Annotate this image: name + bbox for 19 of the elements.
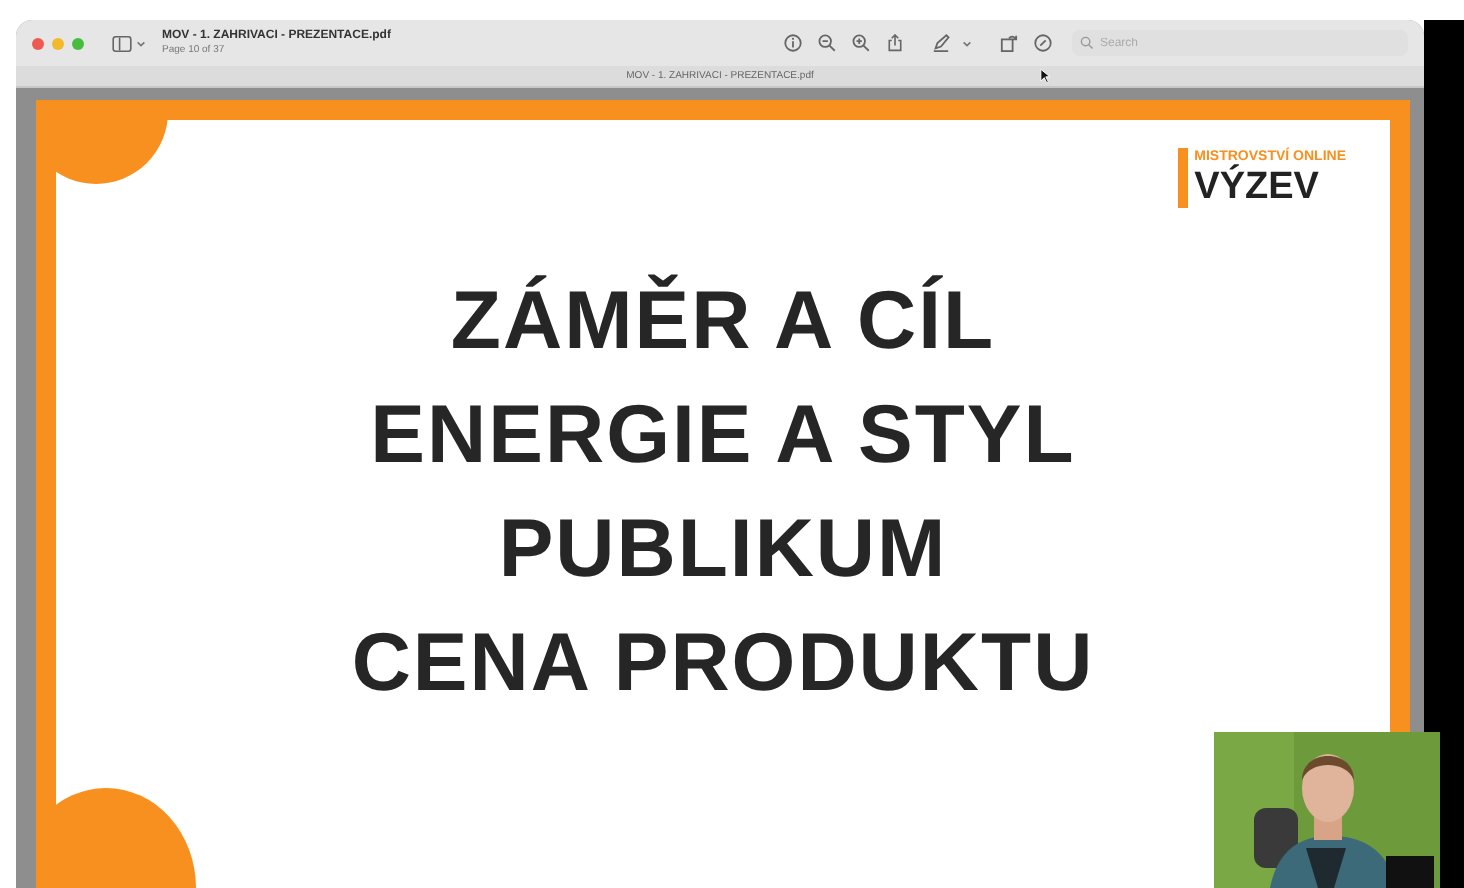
slide-heading: CENA PRODUKTU [351, 614, 1095, 712]
logo-bar [1178, 148, 1189, 208]
logo-title: VÝZEV [1194, 166, 1321, 208]
info-icon[interactable] [784, 34, 802, 52]
slide-heading: ENERGIE A STYL [370, 386, 1076, 484]
slide-heading: PUBLIKUM [498, 500, 948, 598]
markup-icon[interactable] [1034, 34, 1052, 52]
search-icon [1080, 36, 1094, 50]
zoom-out-icon[interactable] [818, 34, 836, 52]
chevron-icon[interactable] [962, 39, 972, 47]
slide-heading: ZÁMĚR A CÍL [450, 272, 996, 370]
share-icon[interactable] [886, 34, 904, 52]
rotate-icon[interactable] [1000, 34, 1018, 52]
zoom-in-icon[interactable] [852, 34, 870, 52]
chevron-icon[interactable] [136, 39, 146, 47]
close-button[interactable] [32, 37, 44, 49]
sidebar-icon[interactable] [112, 35, 132, 51]
cursor-icon [1040, 68, 1050, 84]
pen-icon[interactable] [932, 34, 950, 52]
